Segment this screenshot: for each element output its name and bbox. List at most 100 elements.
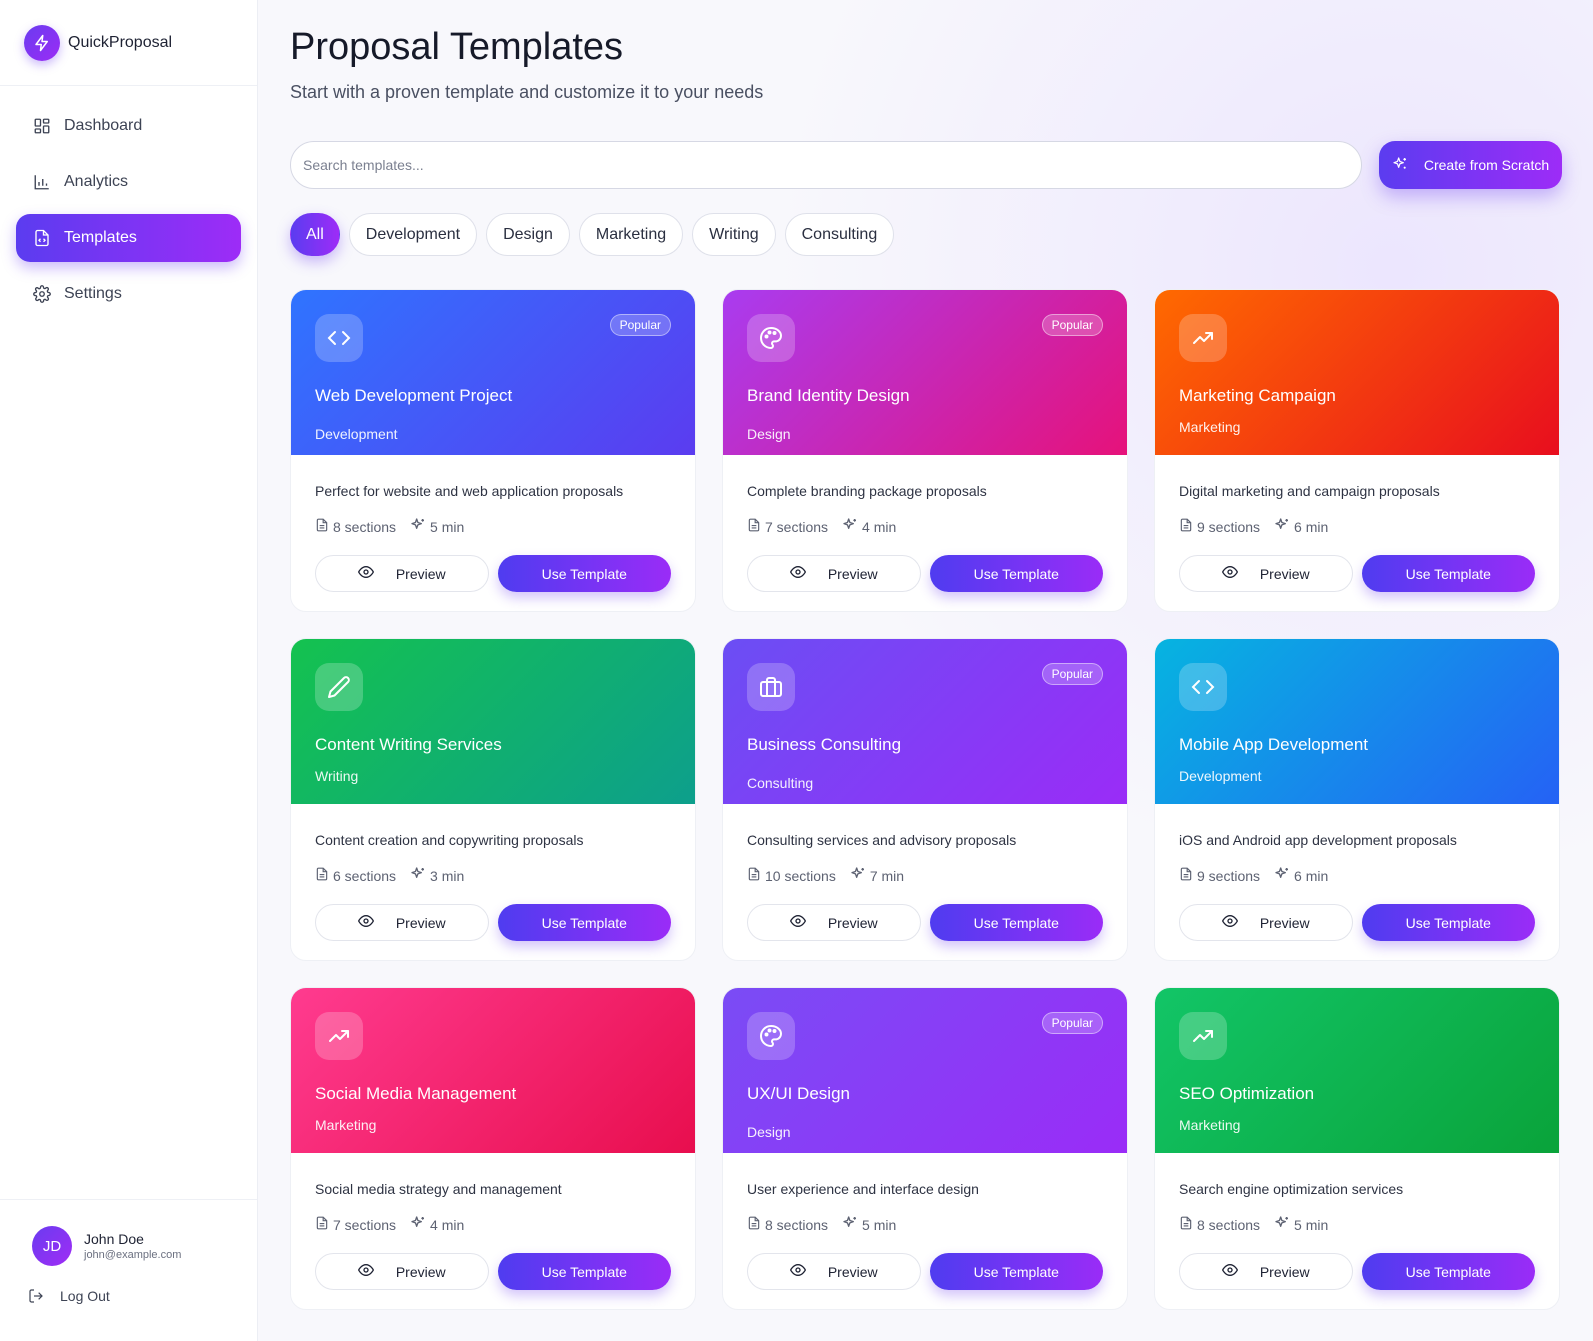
sparkles-icon — [1392, 156, 1408, 175]
card-title: Brand Identity Design — [747, 386, 910, 405]
file-icon — [747, 1216, 761, 1233]
eye-icon — [357, 564, 374, 583]
use-template-button[interactable]: Use Template — [929, 555, 1103, 592]
brand[interactable]: QuickProposal — [0, 0, 257, 86]
dashboard-icon — [32, 116, 52, 136]
eye-icon — [1221, 913, 1238, 932]
code-icon — [1179, 663, 1227, 711]
time-estimate: 4 min — [862, 518, 897, 535]
preview-button[interactable]: Preview — [747, 555, 921, 592]
use-template-button[interactable]: Use Template — [497, 1253, 671, 1290]
sidebar-item-analytics[interactable]: Analytics — [16, 158, 241, 206]
template-card: Popular Web Development Project Developm… — [290, 289, 696, 612]
time-estimate: 5 min — [430, 518, 465, 535]
logout-label: Log Out — [60, 1288, 110, 1304]
palette-icon — [747, 1012, 795, 1060]
preview-button[interactable]: Preview — [315, 1253, 489, 1290]
sidebar-nav: Dashboard Analytics Templates Settings — [0, 86, 257, 318]
sections-count: 6 sections — [333, 867, 397, 884]
search-input[interactable] — [290, 141, 1362, 189]
user-profile[interactable]: JD John Doe john@example.com — [0, 1200, 257, 1266]
use-template-button[interactable]: Use Template — [497, 555, 671, 592]
card-header: Popular Business Consulting Consulting — [723, 639, 1127, 804]
preview-button[interactable]: Preview — [1179, 1253, 1353, 1290]
card-description: Search engine optimization services — [1179, 1181, 1404, 1197]
card-description: Content creation and copywriting proposa… — [315, 832, 584, 848]
sections-count: 9 sections — [1197, 518, 1261, 535]
use-template-button[interactable]: Use Template — [1361, 904, 1535, 941]
card-meta: 6 sections 3 min — [315, 866, 671, 885]
sidebar-item-label: Settings — [64, 285, 122, 302]
filter-design[interactable]: Design — [486, 213, 570, 256]
use-template-button[interactable]: Use Template — [1361, 555, 1535, 592]
card-title: Marketing Campaign — [1179, 386, 1336, 405]
card-meta: 10 sections 7 min — [747, 866, 1103, 885]
create-from-scratch-button[interactable]: Create from Scratch — [1379, 141, 1562, 189]
user-name: John Doe — [84, 1231, 144, 1247]
preview-label: Preview — [827, 1263, 878, 1280]
filter-all[interactable]: All — [290, 213, 340, 256]
trending-up-icon — [315, 1012, 363, 1060]
card-category: Marketing — [315, 1117, 377, 1133]
palette-icon — [747, 314, 795, 362]
sidebar-item-templates[interactable]: Templates — [16, 214, 241, 262]
time-estimate: 3 min — [430, 867, 465, 884]
main-content: Proposal Templates Start with a proven t… — [258, 0, 1593, 1341]
preview-label: Preview — [827, 914, 878, 931]
preview-button[interactable]: Preview — [1179, 904, 1353, 941]
card-description: Consulting services and advisory proposa… — [747, 832, 1017, 848]
logout-icon — [28, 1288, 44, 1304]
card-description: Complete branding package proposals — [747, 483, 987, 499]
card-title: Content Writing Services — [315, 735, 502, 754]
sections-count: 9 sections — [1197, 867, 1261, 884]
user-email: john@example.com — [84, 1249, 182, 1261]
sparkles-icon — [1274, 1215, 1290, 1234]
use-template-button[interactable]: Use Template — [929, 1253, 1103, 1290]
eye-icon — [1221, 1262, 1238, 1281]
sections-count: 8 sections — [765, 1216, 829, 1233]
filter-writing[interactable]: Writing — [692, 213, 776, 256]
popular-badge: Popular — [1041, 663, 1103, 685]
file-icon — [1179, 518, 1193, 535]
card-header: Content Writing Services Writing — [291, 639, 695, 804]
app-name: QuickProposal — [68, 33, 173, 51]
template-card: Popular Business Consulting Consulting C… — [722, 638, 1128, 961]
sidebar-item-label: Templates — [64, 229, 137, 246]
create-from-scratch-label: Create from Scratch — [1423, 157, 1550, 173]
sections-count: 8 sections — [333, 518, 397, 535]
card-title: SEO Optimization — [1179, 1084, 1315, 1103]
template-card: Popular UX/UI Design Design User experie… — [722, 987, 1128, 1310]
filter-development[interactable]: Development — [348, 213, 478, 256]
use-template-button[interactable]: Use Template — [1361, 1253, 1535, 1290]
card-meta: 8 sections 5 min — [315, 517, 671, 536]
card-category: Development — [1179, 768, 1262, 784]
preview-button[interactable]: Preview — [747, 904, 921, 941]
card-meta: 9 sections 6 min — [1179, 517, 1535, 536]
logout-button[interactable]: Log Out — [0, 1266, 257, 1304]
preview-button[interactable]: Preview — [315, 904, 489, 941]
time-estimate: 7 min — [869, 867, 905, 884]
preview-button[interactable]: Preview — [315, 555, 489, 592]
sidebar-item-dashboard[interactable]: Dashboard — [16, 102, 241, 150]
card-header: Marketing Campaign Marketing — [1155, 290, 1559, 455]
card-meta: 7 sections 4 min — [315, 1215, 671, 1234]
card-header: Mobile App Development Development — [1155, 639, 1559, 804]
preview-label: Preview — [395, 565, 446, 582]
card-category: Marketing — [1179, 419, 1241, 435]
use-template-button[interactable]: Use Template — [929, 904, 1103, 941]
template-card: Social Media Management Marketing Social… — [290, 987, 696, 1310]
sparkles-icon — [410, 866, 426, 885]
template-card: Mobile App Development Development iOS a… — [1154, 638, 1560, 961]
filter-marketing[interactable]: Marketing — [578, 213, 684, 256]
popular-badge: Popular — [609, 314, 671, 336]
card-header: Popular UX/UI Design Design — [723, 988, 1127, 1153]
eye-icon — [789, 564, 806, 583]
sidebar-item-settings[interactable]: Settings — [16, 270, 241, 318]
card-title: Web Development Project — [315, 386, 513, 405]
preview-button[interactable]: Preview — [1179, 555, 1353, 592]
filter-consulting[interactable]: Consulting — [784, 213, 895, 256]
template-card: Popular Brand Identity Design Design Com… — [722, 289, 1128, 612]
preview-button[interactable]: Preview — [747, 1253, 921, 1290]
card-header: Social Media Management Marketing — [291, 988, 695, 1153]
use-template-button[interactable]: Use Template — [497, 904, 671, 941]
